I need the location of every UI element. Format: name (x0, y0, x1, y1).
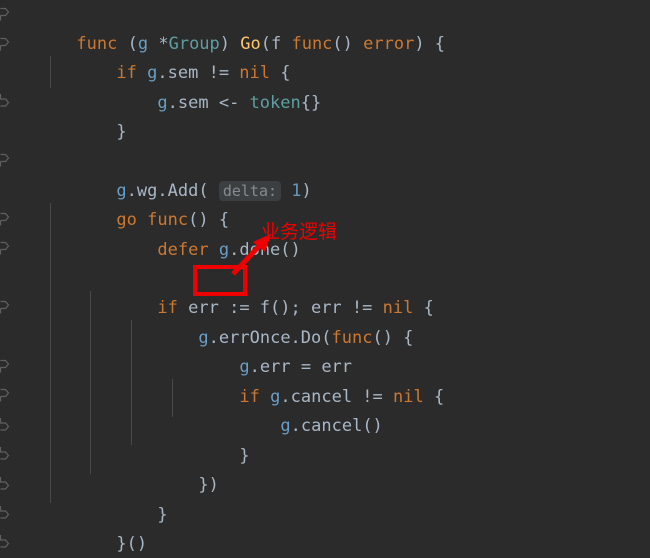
token-variable: g (218, 240, 230, 261)
token-variable: g (280, 416, 291, 437)
code-line[interactable]: g.cancel() (219, 383, 382, 436)
token-plain: { (413, 298, 434, 319)
token-keyword: nil (393, 387, 424, 408)
code-line[interactable]: g.sem <- token{} (96, 60, 321, 113)
code-line[interactable]: if g.cancel != nil { (178, 354, 444, 407)
token-plain: } (116, 122, 127, 143)
code-line[interactable]: } (55, 89, 126, 142)
code-line[interactable]: if g.sem != nil { (55, 30, 290, 83)
token-number: 1 (291, 181, 302, 202)
code-line[interactable]: g.err = err (178, 324, 352, 377)
token-plain: () (332, 34, 364, 55)
token-plain: () { (372, 328, 414, 349)
token-plain: }) (198, 475, 219, 496)
token-plain: } (157, 505, 168, 526)
code-content[interactable]: func (g *Group) Go(f func() error) { if … (0, 0, 650, 558)
token-plain: }() (116, 534, 148, 555)
token-variable: g (157, 93, 168, 114)
token-type: token (249, 93, 301, 114)
code-line[interactable]: defer g.done() (96, 207, 300, 260)
token-plain: .sem <- (167, 93, 250, 114)
code-line[interactable]: } (178, 413, 249, 466)
code-line[interactable]: g.errOnce.Do(func() { (137, 295, 413, 348)
token-plain: ) (301, 181, 312, 202)
token-keyword: func (291, 34, 333, 55)
token-plain: } (239, 446, 250, 467)
token-keyword: defer (157, 240, 209, 261)
token-plain: ) { (414, 34, 446, 55)
token-plain: { (423, 387, 445, 408)
token-plain: {} (300, 93, 322, 114)
token-plain: .done() (229, 240, 301, 261)
code-line[interactable]: } (96, 472, 167, 525)
code-line[interactable]: }) (137, 442, 218, 495)
token-keyword: error (363, 34, 415, 55)
code-line[interactable]: g.wg.Add( delta: 1) (55, 148, 312, 202)
code-editor-screenshot: func (g *Group) Go(f func() error) { if … (0, 0, 650, 558)
token-plain: .cancel() (290, 416, 383, 437)
code-line[interactable]: go func() { (55, 177, 229, 230)
code-line[interactable]: }() (55, 501, 147, 554)
code-line[interactable]: } (15, 531, 87, 558)
code-line[interactable]: func (g *Group) Go(f func() error) { (15, 1, 445, 54)
code-line[interactable]: if err := f(); err != nil { (96, 265, 433, 318)
